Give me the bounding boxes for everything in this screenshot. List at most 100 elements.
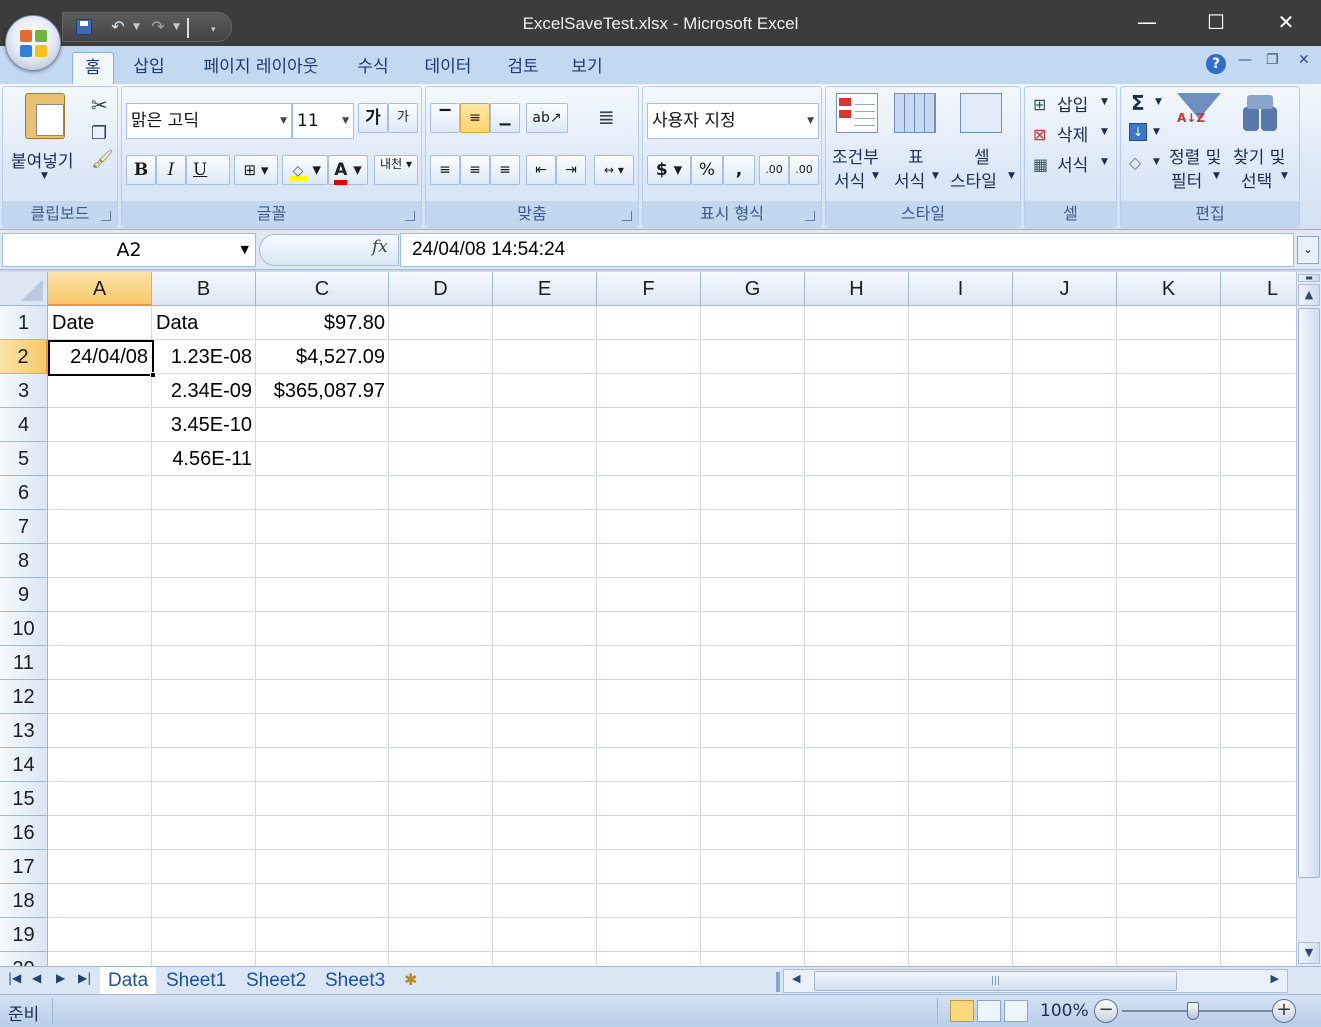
row-header-6[interactable]: 6 (0, 476, 48, 510)
scroll-left-button[interactable]: ◀ (792, 972, 800, 985)
maximize-button[interactable]: ☐ (1181, 0, 1251, 46)
row-header-14[interactable]: 14 (0, 748, 48, 782)
clear-icon[interactable]: ◇ (1129, 153, 1141, 172)
sheet-tab-sheet1[interactable]: Sheet1 (166, 967, 236, 994)
next-sheet-icon[interactable]: ▶ (56, 971, 65, 985)
name-box[interactable]: A2 ▼ (2, 233, 256, 267)
chevron-down-icon[interactable]: ▼ (1281, 171, 1288, 181)
cell-a1[interactable]: Date (48, 306, 152, 340)
font-size-combo[interactable]: 11 ▼ (292, 103, 354, 139)
insert-cells-button[interactable]: 삽입 (1057, 91, 1088, 116)
zoom-in-button[interactable]: + (1272, 999, 1296, 1023)
sheet-tab-sheet3[interactable]: Sheet3 (325, 967, 395, 994)
chevron-down-icon[interactable]: ▼ (1213, 171, 1220, 181)
chevron-down-icon[interactable]: ▼ (1101, 127, 1108, 137)
split-box[interactable]: ▬ (1298, 274, 1320, 282)
chevron-down-icon[interactable]: ▼ (1101, 97, 1108, 107)
phonetic-button[interactable]: 내천 ▾ (374, 155, 418, 185)
shrink-font-button[interactable]: 가 (388, 103, 418, 133)
conditional-formatting-label-1[interactable]: 조건부 (832, 143, 879, 168)
number-launcher-icon[interactable] (805, 211, 815, 221)
delete-cells-icon[interactable]: ⊠ (1033, 125, 1046, 144)
underline-button[interactable]: U (186, 155, 230, 185)
wrap-text-icon[interactable]: ≣ (598, 105, 615, 129)
conditional-formatting-icon[interactable] (836, 93, 878, 133)
column-header-e[interactable]: E (493, 272, 597, 306)
cell-b3[interactable]: 2.34E-09 (152, 374, 256, 408)
column-header-i[interactable]: I (909, 272, 1013, 306)
align-middle-button[interactable]: ≡ (460, 103, 490, 133)
row-header-20[interactable]: 20 (0, 952, 48, 966)
align-right-button[interactable]: ≡ (490, 155, 520, 185)
conditional-formatting-label-2[interactable]: 서식 (834, 167, 865, 192)
column-header-b[interactable]: B (152, 272, 256, 306)
horizontal-scrollbar[interactable]: ◀ ||| ▶ (776, 969, 1288, 993)
worksheet-grid[interactable]: A B C D E F G H I J K L 1 2 3 4 5 6 7 8 9 10 11 12 13 14 15 16 17 18 1… (0, 272, 1296, 966)
percent-button[interactable]: % (691, 155, 723, 185)
insert-cells-icon[interactable]: ⊞ (1033, 95, 1046, 114)
find-select-label-2[interactable]: 선택 (1241, 167, 1272, 192)
sort-filter-label-1[interactable]: 정렬 및 (1169, 143, 1221, 168)
row-header-17[interactable]: 17 (0, 850, 48, 884)
chevron-down-icon[interactable]: ▼ (872, 171, 879, 181)
format-painter-icon[interactable]: 🖌 (91, 149, 114, 170)
page-break-view-icon[interactable] (1004, 1000, 1028, 1022)
chevron-down-icon[interactable]: ▼ (241, 234, 249, 266)
comma-button[interactable]: , (723, 155, 755, 185)
orientation-button[interactable]: ab↗ (526, 103, 568, 133)
row-header-19[interactable]: 19 (0, 918, 48, 952)
paste-icon[interactable] (25, 93, 65, 139)
tab-home[interactable]: 홈 (72, 52, 114, 84)
chevron-down-icon[interactable]: ▼ (1101, 157, 1108, 167)
row-header-9[interactable]: 9 (0, 578, 48, 612)
zoom-slider-thumb[interactable] (1187, 1002, 1199, 1020)
zoom-out-button[interactable]: − (1094, 999, 1118, 1023)
cell-b2[interactable]: 1.23E-08 (152, 340, 256, 374)
cell-c1[interactable]: $97.80 (256, 306, 389, 340)
format-as-table-label-2[interactable]: 서식 (894, 167, 925, 192)
cell-c3[interactable]: $365,087.97 (256, 374, 389, 408)
borders-button[interactable]: ⊞ ▾ (234, 155, 278, 185)
fill-icon[interactable]: ↓ (1129, 123, 1147, 141)
format-cells-button[interactable]: 서식 (1057, 151, 1088, 176)
scroll-down-button[interactable]: ▼ (1298, 942, 1320, 964)
first-sheet-icon[interactable]: |◀ (8, 971, 21, 985)
align-left-button[interactable]: ≡ (430, 155, 460, 185)
ribbon-minimize-icon[interactable]: — (1238, 52, 1252, 68)
number-format-combo[interactable]: 사용자 지정 ▼ (647, 103, 819, 139)
paste-dropdown-icon[interactable]: ▼ (41, 171, 48, 181)
cell-b4[interactable]: 3.45E-10 (152, 408, 256, 442)
minimize-button[interactable]: — (1112, 0, 1182, 46)
vertical-scrollbar[interactable]: ▬ ▲ ▼ (1296, 272, 1321, 966)
italic-button[interactable]: I (156, 155, 186, 185)
row-header-13[interactable]: 13 (0, 714, 48, 748)
find-select-label-1[interactable]: 찾기 및 (1233, 143, 1285, 168)
chevron-down-icon[interactable]: ▼ (1155, 97, 1162, 107)
tab-split-handle[interactable] (776, 972, 780, 992)
row-header-16[interactable]: 16 (0, 816, 48, 850)
increase-indent-button[interactable]: ⇥ (556, 155, 586, 185)
cell-styles-icon[interactable] (960, 93, 1002, 133)
format-as-table-label-1[interactable]: 표 (908, 143, 924, 168)
last-sheet-icon[interactable]: ▶| (78, 971, 91, 985)
page-layout-view-icon[interactable] (977, 1000, 1001, 1022)
tab-page-layout[interactable]: 페이지 레이아웃 (190, 52, 332, 84)
tab-insert[interactable]: 삽입 (124, 52, 174, 84)
chevron-down-icon[interactable]: ▼ (1153, 127, 1160, 137)
workbook-close-icon[interactable]: ✕ (1298, 52, 1310, 68)
bold-button[interactable]: B (126, 155, 156, 185)
copy-icon[interactable]: ❐ (91, 123, 107, 144)
row-header-3[interactable]: 3 (0, 374, 48, 408)
row-header-18[interactable]: 18 (0, 884, 48, 918)
insert-function-icon[interactable]: fx (372, 237, 388, 257)
row-header-12[interactable]: 12 (0, 680, 48, 714)
column-header-d[interactable]: D (389, 272, 493, 306)
row-header-10[interactable]: 10 (0, 612, 48, 646)
column-header-a[interactable]: A (48, 272, 152, 306)
format-cells-icon[interactable]: ▦ (1033, 155, 1048, 174)
row-header-11[interactable]: 11 (0, 646, 48, 680)
decrease-indent-button[interactable]: ⇤ (526, 155, 556, 185)
column-header-h[interactable]: H (805, 272, 909, 306)
office-button[interactable] (5, 15, 61, 71)
scroll-up-button[interactable]: ▲ (1298, 284, 1320, 306)
